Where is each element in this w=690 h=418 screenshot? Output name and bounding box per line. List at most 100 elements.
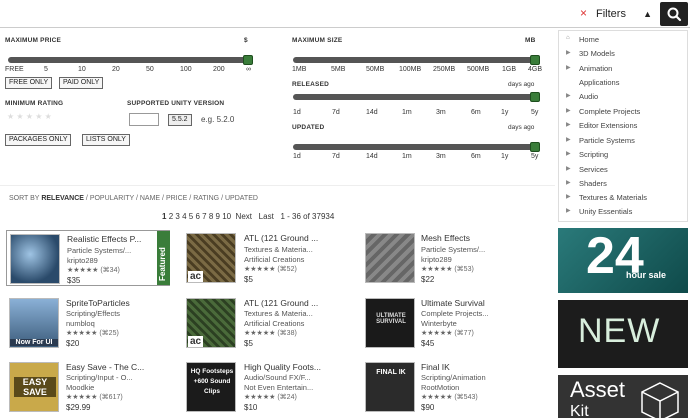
star-icon[interactable]: ★ [7,112,14,121]
category-item[interactable]: Applications [579,78,619,87]
clear-search-icon[interactable]: × [580,6,587,20]
promo-banner-24h-sale[interactable]: 24 hour sale [558,227,688,293]
page-link[interactable]: 7 [202,212,206,221]
product-publisher[interactable]: RootMotion [421,383,459,392]
product-title[interactable]: SpriteToParticles [66,298,130,308]
product-thumbnail[interactable]: Now For UI [9,298,59,348]
min-rating-stars[interactable]: ★ ★ ★ ★ ★ [7,112,52,121]
sort-relevance[interactable]: RELEVANCE [41,195,84,202]
category-item[interactable]: ▶ Audio [566,92,598,101]
page-link[interactable]: 8 [209,212,213,221]
product-thumbnail[interactable] [365,233,415,283]
released-slider[interactable] [293,94,536,100]
category-item[interactable]: ▶ Services [566,165,608,174]
page-link[interactable]: 10 [222,212,231,221]
sort-popularity[interactable]: POPULARITY [90,195,134,202]
product-thumbnail[interactable]: HQ Footsteps +600 Sound Clips [186,362,236,412]
next-page-link[interactable]: Next [236,212,252,221]
product-publisher[interactable]: Artificial Creations [244,255,304,264]
product-thumbnail[interactable]: ac [186,298,236,348]
max-price-slider-handle[interactable] [243,55,253,65]
product-title[interactable]: High Quality Foots... [244,362,321,372]
updated-slider-handle[interactable] [530,142,540,152]
filters-button[interactable]: Filters ▲ [596,4,656,24]
product-title[interactable]: Realistic Effects P... [67,234,141,244]
unity-version-input[interactable] [129,113,159,126]
released-slider-handle[interactable] [530,92,540,102]
page-link[interactable]: 3 [175,212,179,221]
max-price-slider[interactable] [8,57,248,63]
product-title[interactable]: Mesh Effects [421,233,470,243]
category-item[interactable]: ▶ Complete Projects [566,107,640,116]
product-publisher[interactable]: Winterbyte [421,319,457,328]
product-publisher[interactable]: Not Even Entertain... [244,383,313,392]
promo-banner-new[interactable]: NEW [558,300,688,368]
product-category[interactable]: Particle Systems/... [421,245,485,254]
product-category[interactable]: Scripting/Input - O... [66,373,133,382]
product-publisher[interactable]: numbloq [66,319,95,328]
product-thumbnail[interactable]: ULTIMATE SURVIVAL [365,298,415,348]
product-card[interactable]: Realistic Effects P... Particle Systems/… [6,230,170,286]
star-icon[interactable]: ★ [26,112,33,121]
product-thumbnail[interactable]: FINAL IK [365,362,415,412]
search-button[interactable] [660,2,688,26]
product-publisher[interactable]: kripto289 [67,256,98,265]
product-thumbnail[interactable]: EASY SAVE [9,362,59,412]
promo-big-text: Asset [570,377,626,402]
category-item[interactable]: ▶ 3D Models [566,49,615,58]
product-publisher[interactable]: kripto289 [421,255,452,264]
category-item[interactable]: ▶ Textures & Materials [566,193,647,202]
page-link[interactable]: 2 [169,212,173,221]
star-icon[interactable]: ★ [45,112,52,121]
product-category[interactable]: Audio/Sound FX/F... [244,373,311,382]
max-size-slider[interactable] [293,57,536,63]
product-price: $35 [67,276,81,285]
unity-version-button[interactable]: 5.5.2 [168,114,192,126]
product-title[interactable]: ATL (121 Ground ... [244,233,318,243]
star-icon[interactable]: ★ [35,112,42,121]
search-input[interactable] [4,4,574,24]
product-category[interactable]: Complete Projects... [421,309,489,318]
star-icon[interactable]: ★ [16,112,23,121]
free-only-button[interactable]: FREE ONLY [5,77,53,89]
category-item[interactable]: ▶ Editor Extensions [566,121,637,130]
category-item[interactable]: ▶ Scripting [566,150,609,159]
product-category[interactable]: Scripting/Effects [66,309,120,318]
category-item[interactable]: ▶ Unity Essentials [566,207,632,216]
sort-name[interactable]: NAME [140,195,160,202]
sort-rating[interactable]: RATING [193,195,219,202]
max-size-slider-handle[interactable] [530,55,540,65]
paid-only-button[interactable]: PAID ONLY [59,77,104,89]
tick: 14d [366,153,378,160]
sort-price[interactable]: PRICE [166,195,187,202]
product-category[interactable]: Scripting/Animation [421,373,486,382]
category-item[interactable]: ▶ Particle Systems [566,136,635,145]
category-item[interactable]: ⌂ Home [566,35,599,44]
packages-only-button[interactable]: PACKAGES ONLY [5,134,72,146]
product-publisher[interactable]: Moodkie [66,383,94,392]
promo-banner-asset-kit[interactable]: Asset Kit [558,375,688,418]
product-publisher[interactable]: Artificial Creations [244,319,304,328]
product-title[interactable]: Final IK [421,362,450,372]
product-title[interactable]: Easy Save - The C... [66,362,144,372]
last-page-link[interactable]: Last [259,212,274,221]
product-title[interactable]: Ultimate Survival [421,298,485,308]
product-category[interactable]: Textures & Materia... [244,245,313,254]
sort-updated[interactable]: UPDATED [225,195,258,202]
product-thumbnail[interactable]: ac [186,233,236,283]
category-label: Scripting [579,150,609,159]
page-link[interactable]: 4 [182,212,186,221]
page-link[interactable]: 6 [195,212,199,221]
page-link-current[interactable]: 1 [162,212,166,221]
product-category[interactable]: Textures & Materia... [244,309,313,318]
category-item[interactable]: ▶ Animation [566,64,612,73]
product-thumbnail[interactable] [10,234,60,284]
category-item[interactable]: ▶ Shaders [566,179,607,188]
review-count: (⌘53) [454,266,474,273]
page-link[interactable]: 5 [189,212,193,221]
product-category[interactable]: Particle Systems/... [67,246,131,255]
page-link[interactable]: 9 [216,212,220,221]
updated-slider[interactable] [293,144,536,150]
product-title[interactable]: ATL (121 Ground ... [244,298,318,308]
lists-only-button[interactable]: LISTS ONLY [82,134,130,146]
